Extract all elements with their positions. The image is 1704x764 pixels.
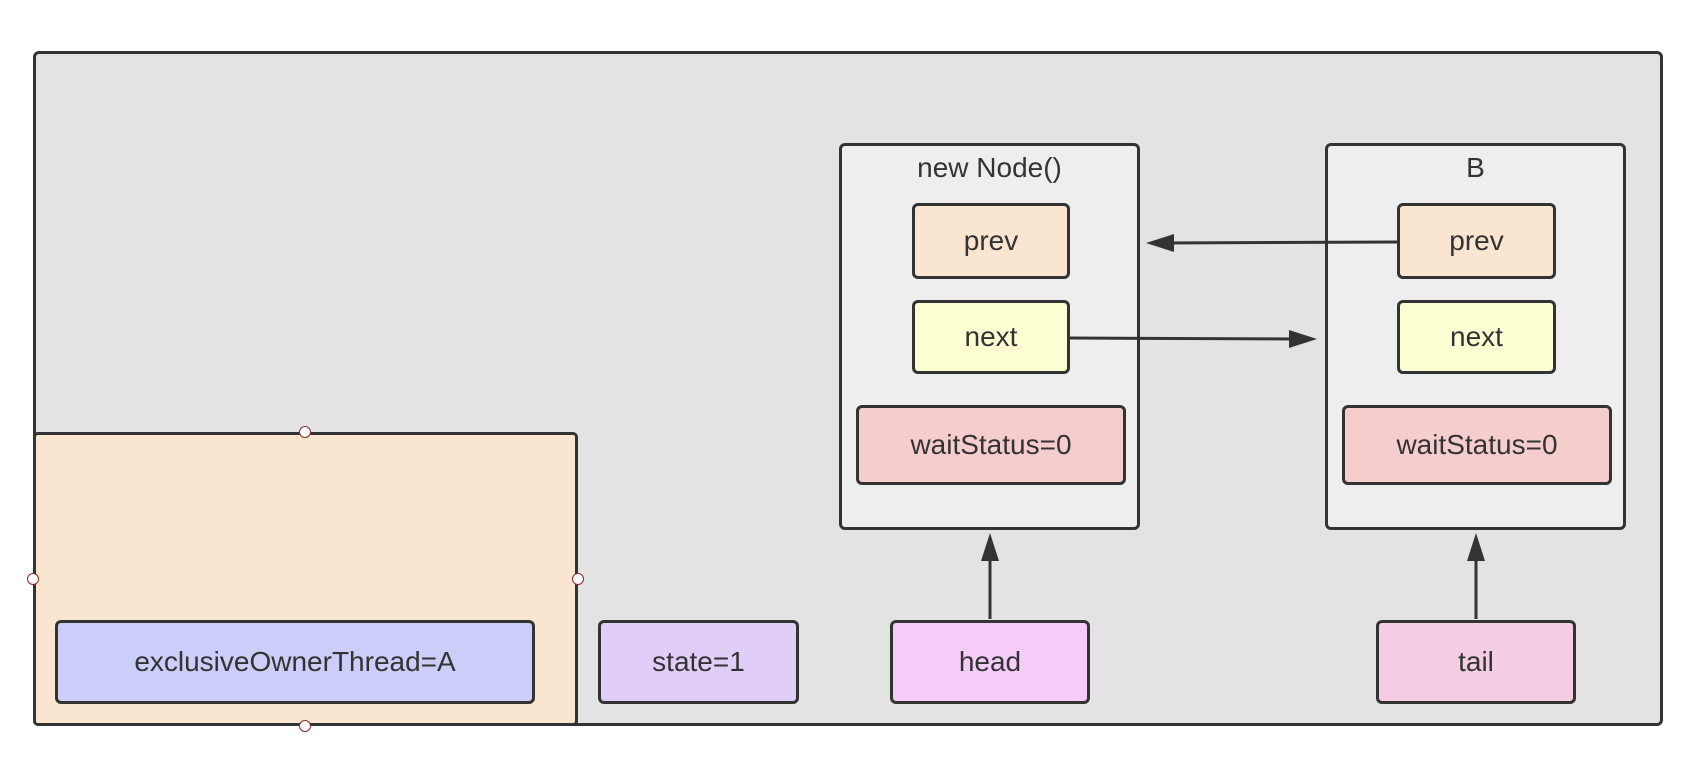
head-arrowhead xyxy=(981,533,999,561)
prev-arrowhead xyxy=(1146,234,1174,252)
diagram-canvas: exclusiveOwnerThread=A state=1 head tail… xyxy=(0,0,1704,764)
prev-arrow xyxy=(1161,240,1398,245)
next-arrow xyxy=(1069,336,1301,341)
arrows-layer xyxy=(981,234,1485,619)
next-arrowhead xyxy=(1289,330,1317,348)
tail-arrowhead xyxy=(1467,533,1485,561)
